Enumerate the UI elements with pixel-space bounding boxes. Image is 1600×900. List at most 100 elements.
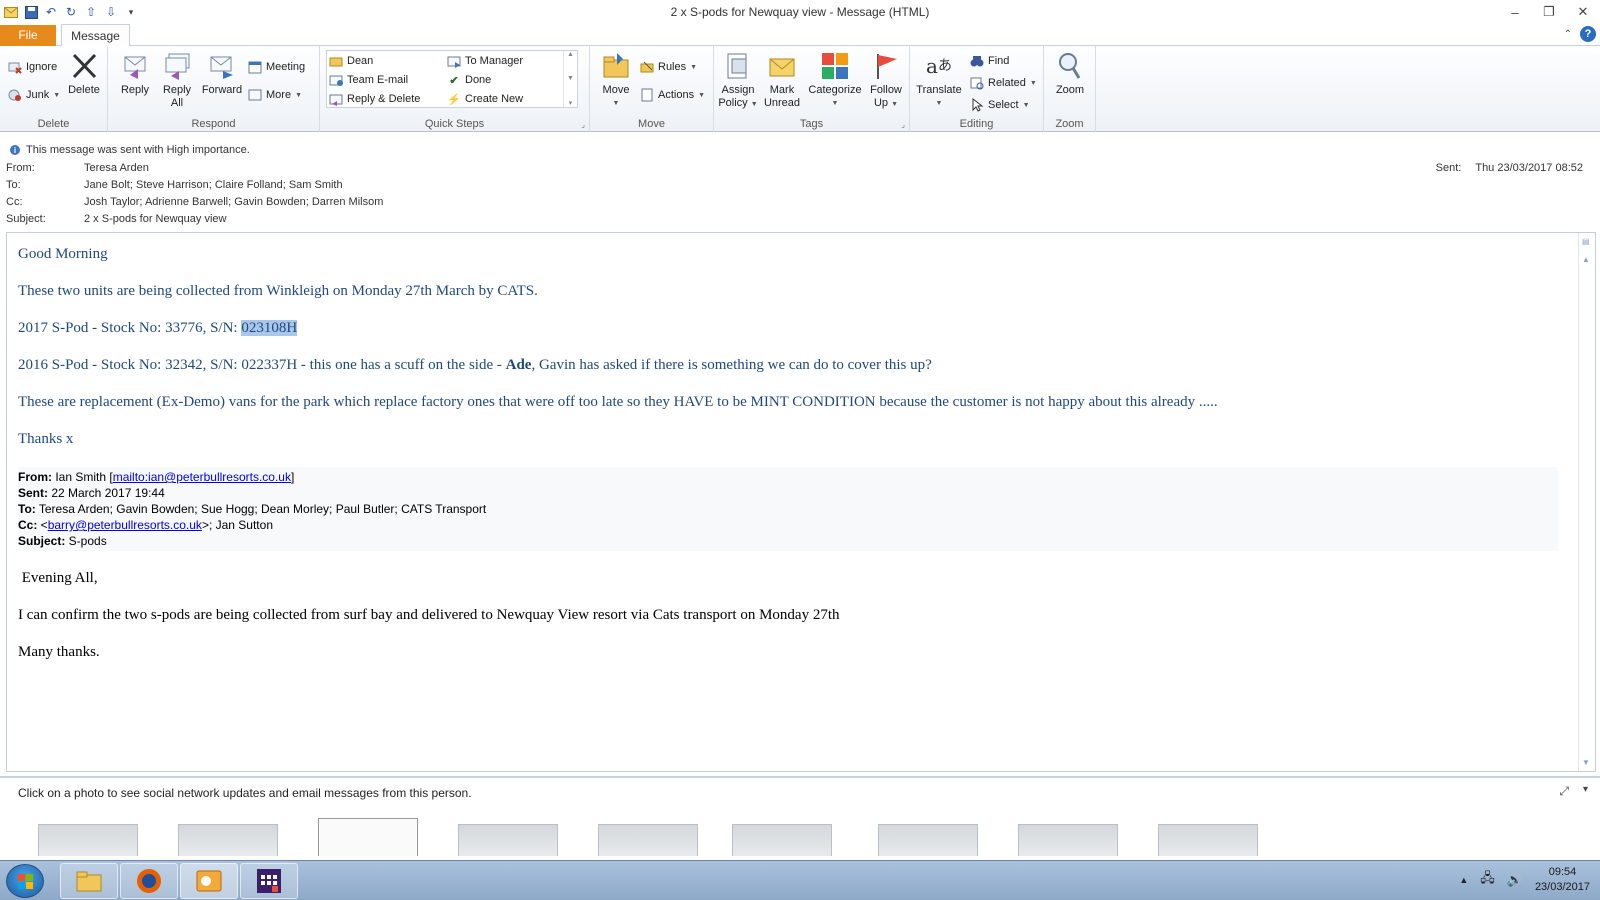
move-group-label: Move <box>638 118 665 130</box>
junk-icon <box>8 88 22 102</box>
expand-gallery-icon[interactable]: ▾ <box>569 99 573 107</box>
cc-value[interactable]: Josh Taylor; Adrienne Barwell; Gavin Bow… <box>84 196 383 208</box>
ignore-icon <box>8 60 22 74</box>
person-photo[interactable] <box>732 824 832 856</box>
scroll-up-icon[interactable]: ▲ <box>567 51 574 58</box>
forward-button[interactable]: Forward <box>200 50 244 97</box>
translate-icon: aあ <box>926 53 952 78</box>
reply-button[interactable]: Reply <box>116 50 154 97</box>
people-pane-hint: Click on a photo to see social network u… <box>18 786 472 800</box>
reply-all-button[interactable]: Reply All <box>158 50 196 110</box>
lightning-icon: ⚡ <box>447 93 461 106</box>
quick-step-reply-delete[interactable]: Reply & Delete <box>329 90 420 108</box>
collapse-pane-icon[interactable]: ▾ <box>1583 784 1588 799</box>
editing-group-label: Editing <box>959 118 994 130</box>
taskbar-firefox[interactable] <box>120 863 178 899</box>
forward-icon <box>206 50 238 82</box>
scroll-down-arrow-icon[interactable]: ▼ <box>1582 758 1590 767</box>
scroll-up-arrow-icon[interactable]: ▲ <box>1582 255 1590 264</box>
person-photo[interactable] <box>458 824 558 856</box>
minimize-ribbon-icon[interactable]: ⌃ <box>1564 29 1572 40</box>
expand-pane-icon[interactable]: ⤢ <box>1559 784 1569 799</box>
folder-move-icon <box>329 54 343 68</box>
mark-unread-button[interactable]: Mark Unread <box>762 50 802 110</box>
cc-email-link[interactable]: barry@peterbullresorts.co.uk <box>48 518 202 532</box>
related-button[interactable]: Related ▼ <box>970 74 1037 92</box>
editing-group: aあ Translate ▼ Find Related ▼ Select ▼ E… <box>910 46 1044 132</box>
team-email-icon <box>329 73 343 87</box>
actions-button[interactable]: Actions ▼ <box>640 86 705 104</box>
show-hidden-icons[interactable]: ▲ <box>1459 875 1468 885</box>
clock[interactable]: 09:54 23/03/2017 <box>1535 865 1590 895</box>
tab-message[interactable]: Message <box>61 24 130 47</box>
network-icon[interactable]: 🖧 <box>1480 869 1495 891</box>
actions-icon <box>640 88 654 102</box>
quick-step-team-email[interactable]: Team E-mail <box>329 71 408 89</box>
follow-up-button[interactable]: Follow Up ▼ <box>866 50 906 111</box>
message-body[interactable]: Good Morning These two units are being c… <box>6 232 1596 772</box>
body-line-2: 2017 S-Pod - Stock No: 33776, S/N: 02310… <box>18 320 298 336</box>
tab-file[interactable]: File <box>0 25 56 46</box>
move-button[interactable]: Move ▼ <box>596 50 636 110</box>
junk-button[interactable]: Junk ▼ <box>8 86 60 104</box>
assign-policy-button[interactable]: Assign Policy ▼ <box>718 50 758 111</box>
body-line-4: These are replacement (Ex-Demo) vans for… <box>18 394 1218 410</box>
select-button[interactable]: Select ▼ <box>970 96 1030 114</box>
to-value[interactable]: Jane Bolt; Steve Harrison; Claire Follan… <box>84 179 343 191</box>
quick-step-to-manager[interactable]: To Manager <box>447 52 523 70</box>
subject-value: 2 x S-pods for Newquay view <box>84 213 227 225</box>
help-icon[interactable]: ? <box>1580 26 1596 42</box>
dialog-launcher-icon[interactable]: ⌟ <box>901 120 905 129</box>
ignore-button[interactable]: Ignore <box>8 58 57 76</box>
body-line-1: These two units are being collected from… <box>18 283 538 299</box>
from-value[interactable]: Teresa Arden <box>84 162 149 174</box>
move-folder-icon <box>600 50 632 82</box>
person-photo[interactable] <box>878 824 978 856</box>
start-button[interactable] <box>6 864 44 898</box>
delete-button[interactable]: Delete <box>64 50 104 97</box>
quick-steps-gallery: Dean Team E-mail Reply & Delete To Manag… <box>326 50 578 108</box>
quick-steps-label: Quick Steps <box>424 118 485 130</box>
rules-button[interactable]: Rules ▼ <box>640 58 697 76</box>
zoom-group: Zoom Zoom <box>1044 46 1096 132</box>
tags-group-label: Tags <box>799 118 824 130</box>
close-button[interactable]: ✕ <box>1566 0 1600 24</box>
sent-info: Sent: Thu 23/03/2017 08:52 <box>1435 162 1583 174</box>
from-email-link[interactable]: mailto:ian@peterbullresorts.co.uk <box>113 470 291 484</box>
firefox-icon <box>137 869 161 893</box>
taskbar-explorer[interactable] <box>60 863 118 899</box>
windows-logo-icon <box>18 874 33 889</box>
tags-group: Assign Policy ▼ Mark Unread Categorize ▼… <box>714 46 910 132</box>
outlook-icon <box>196 870 222 892</box>
translate-button[interactable]: aあ Translate ▼ <box>914 50 964 110</box>
person-photo[interactable] <box>1158 824 1258 856</box>
person-photo[interactable] <box>38 824 138 856</box>
minimize-button[interactable]: – <box>1498 0 1532 24</box>
dialog-launcher-icon[interactable]: ⌟ <box>581 120 585 129</box>
quick-step-done[interactable]: ✔ Done <box>447 71 491 89</box>
quick-steps-scroll[interactable]: ▲ ▼ ▾ <box>563 51 577 107</box>
person-photo[interactable] <box>1018 824 1118 856</box>
checkmark-icon: ✔ <box>449 74 459 87</box>
scroll-options-icon[interactable]: ▤ <box>1582 237 1590 246</box>
meeting-button[interactable]: Meeting <box>248 58 305 76</box>
importance-banner: i This message was sent with High import… <box>10 144 250 156</box>
find-button[interactable]: Find <box>970 52 1009 70</box>
person-photo[interactable] <box>178 824 278 856</box>
person-photo[interactable] <box>598 824 698 856</box>
person-photo[interactable] <box>318 818 418 856</box>
policy-icon <box>722 50 754 82</box>
taskbar-outlook[interactable] <box>180 863 238 899</box>
more-button[interactable]: More ▼ <box>248 86 302 104</box>
zoom-button[interactable]: Zoom <box>1048 50 1092 97</box>
delete-icon <box>68 50 100 82</box>
categorize-button[interactable]: Categorize ▼ <box>806 50 864 110</box>
quick-step-create-new[interactable]: ⚡ Create New <box>447 90 523 108</box>
taskbar-app[interactable] <box>240 863 298 899</box>
quoted-greeting: Evening All, <box>18 570 98 586</box>
quick-step-dean[interactable]: Dean <box>329 52 373 70</box>
restore-button[interactable]: ❐ <box>1532 0 1566 24</box>
vertical-scrollbar[interactable]: ▤ ▲ ▼ <box>1578 233 1595 771</box>
scroll-down-icon[interactable]: ▼ <box>567 75 574 82</box>
volume-icon[interactable]: 🔊 <box>1507 872 1523 888</box>
